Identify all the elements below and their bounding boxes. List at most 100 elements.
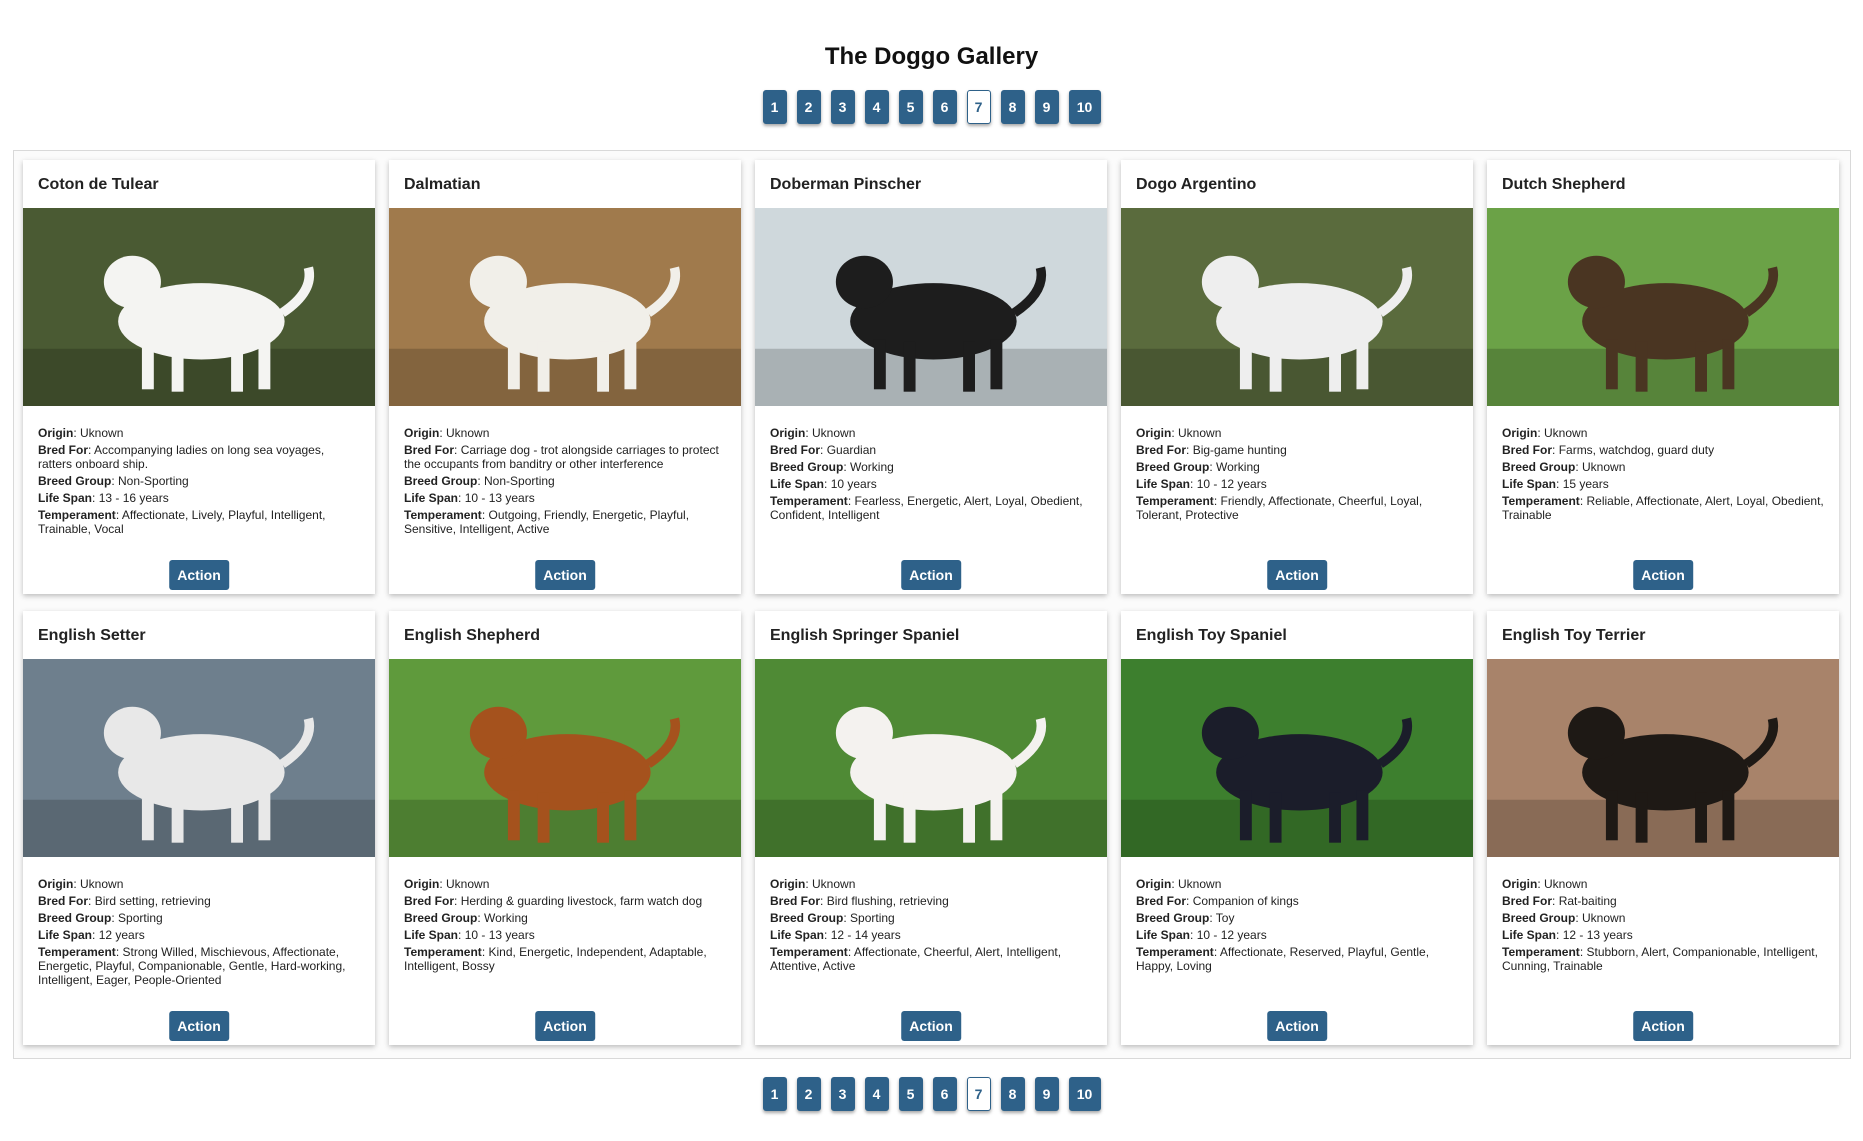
- breed-photo: [1121, 659, 1473, 857]
- detail-label: Life Span: [1502, 477, 1557, 491]
- breed-card: English Shepherd Origin: Uknown Bred For: …: [389, 611, 741, 1045]
- detail-label: Bred For: [404, 894, 455, 908]
- detail-label: Temperament: [38, 945, 116, 959]
- page-button-2[interactable]: 2: [796, 1077, 821, 1111]
- breed-photo: [1487, 659, 1839, 857]
- page-button-4[interactable]: 4: [864, 1077, 889, 1111]
- detail-temperament: Temperament: Friendly, Affectionate, Che…: [1136, 494, 1423, 522]
- detail-value: Sporting: [850, 911, 895, 925]
- detail-value: 12 - 14 years: [830, 928, 901, 942]
- page-title: The Doggo Gallery: [824, 43, 1039, 70]
- detail-life-span: Life Span: 12 - 14 years: [770, 928, 901, 942]
- detail-breed-group: Breed Group: Working: [770, 460, 894, 474]
- detail-value: 10 - 13 years: [464, 491, 535, 505]
- detail-origin: Origin: Uknown: [404, 877, 490, 891]
- detail-value: Uknown: [1178, 426, 1222, 440]
- detail-origin: Origin: Uknown: [1136, 426, 1222, 440]
- detail-label: Breed Group: [38, 474, 112, 488]
- page-button-4[interactable]: 4: [864, 90, 889, 124]
- page-button-5[interactable]: 5: [898, 1077, 923, 1111]
- detail-label: Bred For: [770, 443, 821, 457]
- action-button[interactable]: Action: [535, 1011, 595, 1041]
- page-button-1[interactable]: 1: [762, 1077, 787, 1111]
- breed-photo: [389, 208, 741, 406]
- breed-card: English Toy Spaniel Origin: Uknown Bred Fo…: [1121, 611, 1473, 1045]
- detail-life-span: Life Span: 10 years: [770, 477, 877, 491]
- breed-photo: [23, 208, 375, 406]
- action-button[interactable]: Action: [901, 560, 961, 590]
- page-button-8[interactable]: 8: [1000, 1077, 1025, 1111]
- detail-bred-for: Bred For: Carriage dog - trot alongside …: [404, 443, 719, 471]
- detail-origin: Origin: Uknown: [770, 426, 856, 440]
- detail-value: Working: [850, 460, 894, 474]
- breed-photo: [755, 659, 1107, 857]
- detail-value: Bird flushing, retrieving: [826, 894, 949, 908]
- page-button-3[interactable]: 3: [830, 90, 855, 124]
- detail-bred-for: Bred For: Big-game hunting: [1136, 443, 1287, 457]
- page-button-1[interactable]: 1: [762, 90, 787, 124]
- action-button[interactable]: Action: [1267, 1011, 1327, 1041]
- breed-details: Origin: Uknown Bred For: Big-game hunting…: [1121, 406, 1473, 525]
- page-button-7[interactable]: 7: [966, 90, 991, 124]
- page-button-7[interactable]: 7: [966, 1077, 991, 1111]
- action-button[interactable]: Action: [1267, 560, 1327, 590]
- page-button-8[interactable]: 8: [1000, 90, 1025, 124]
- detail-label: Bred For: [770, 894, 821, 908]
- breed-photo: [23, 659, 375, 857]
- detail-label: Temperament: [1502, 494, 1580, 508]
- detail-label: Temperament: [1136, 945, 1214, 959]
- detail-breed-group: Breed Group: Working: [1136, 460, 1260, 474]
- action-button[interactable]: Action: [901, 1011, 961, 1041]
- pagination-top: 1 2 3 4 5 6 7 8 9 10: [0, 90, 1863, 124]
- page-button-10[interactable]: 10: [1068, 1077, 1101, 1111]
- detail-value: Working: [1216, 460, 1260, 474]
- detail-value: 10 - 13 years: [464, 928, 535, 942]
- page-button-6[interactable]: 6: [932, 90, 957, 124]
- action-button[interactable]: Action: [535, 560, 595, 590]
- page-button-10[interactable]: 10: [1068, 90, 1101, 124]
- detail-origin: Origin: Uknown: [404, 426, 490, 440]
- detail-value: Working: [484, 911, 528, 925]
- detail-life-span: Life Span: 10 - 13 years: [404, 491, 535, 505]
- page-button-5[interactable]: 5: [898, 90, 923, 124]
- detail-label: Bred For: [38, 894, 89, 908]
- detail-value: Uknown: [1544, 426, 1588, 440]
- detail-value: Uknown: [1544, 877, 1588, 891]
- detail-value: Herding & guarding livestock, farm watch…: [460, 894, 703, 908]
- action-button[interactable]: Action: [1633, 560, 1693, 590]
- detail-value: Toy: [1215, 911, 1235, 925]
- detail-value: 10 - 12 years: [1196, 477, 1267, 491]
- detail-label: Breed Group: [1136, 911, 1210, 925]
- detail-value: Uknown: [1178, 877, 1222, 891]
- breed-name: English Setter: [38, 627, 146, 644]
- detail-label: Breed Group: [1136, 460, 1210, 474]
- detail-label: Temperament: [770, 494, 848, 508]
- detail-value: Uknown: [80, 426, 124, 440]
- breed-card: Dalmatian Origin: Uknown Bred For: Carriag…: [389, 160, 741, 594]
- detail-label: Life Span: [1502, 928, 1557, 942]
- detail-label: Life Span: [404, 928, 459, 942]
- breed-name: Dalmatian: [404, 176, 481, 193]
- detail-label: Life Span: [770, 928, 825, 942]
- detail-origin: Origin: Uknown: [38, 877, 124, 891]
- detail-life-span: Life Span: 10 - 12 years: [1136, 928, 1267, 942]
- detail-label: Life Span: [38, 928, 93, 942]
- detail-label: Temperament: [1136, 494, 1214, 508]
- page-button-2[interactable]: 2: [796, 90, 821, 124]
- action-button[interactable]: Action: [169, 1011, 229, 1041]
- detail-breed-group: Breed Group: Working: [404, 911, 528, 925]
- detail-breed-group: Breed Group: Sporting: [38, 911, 163, 925]
- page-button-6[interactable]: 6: [932, 1077, 957, 1111]
- detail-label: Origin: [38, 426, 74, 440]
- detail-value: Non-Sporting: [484, 474, 555, 488]
- page-button-9[interactable]: 9: [1034, 90, 1059, 124]
- action-button[interactable]: Action: [169, 560, 229, 590]
- detail-breed-group: Breed Group: Non-Sporting: [404, 474, 555, 488]
- action-button[interactable]: Action: [1633, 1011, 1693, 1041]
- detail-value: 15 years: [1562, 477, 1609, 491]
- page-button-9[interactable]: 9: [1034, 1077, 1059, 1111]
- page-button-3[interactable]: 3: [830, 1077, 855, 1111]
- detail-bred-for: Bred For: Guardian: [770, 443, 877, 457]
- detail-temperament: Temperament: Affectionate, Lively, Playf…: [38, 508, 326, 536]
- detail-value: Bird setting, retrieving: [94, 894, 211, 908]
